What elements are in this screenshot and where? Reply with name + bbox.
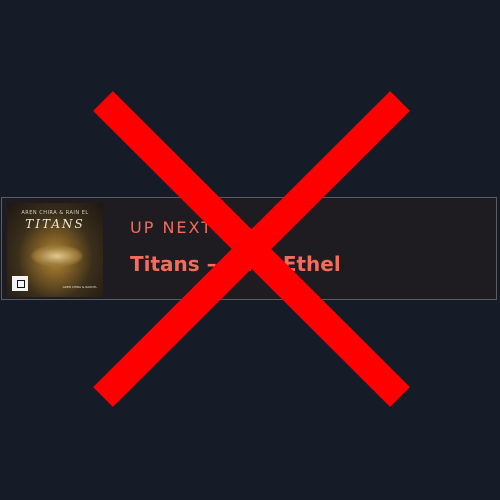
monstercat-logo-icon	[12, 276, 28, 291]
up-next-card[interactable]: AREN CHIRA & RAIN EL TITANS AREN CHIRA &…	[1, 197, 497, 300]
album-art-figure	[31, 245, 83, 267]
album-art: AREN CHIRA & RAIN EL TITANS AREN CHIRA &…	[7, 203, 103, 297]
album-art-artists: AREN CHIRA & RAIN EL	[21, 210, 89, 216]
up-next-widget: AREN CHIRA & RAIN EL TITANS AREN CHIRA &…	[0, 0, 500, 500]
album-art-title: TITANS	[25, 217, 85, 231]
up-next-label: UP NEXT	[130, 218, 213, 237]
album-art-credit: AREN CHIRA & RAIN EL	[62, 285, 97, 289]
track-title: Titans – Rezz Ethel	[130, 252, 341, 276]
